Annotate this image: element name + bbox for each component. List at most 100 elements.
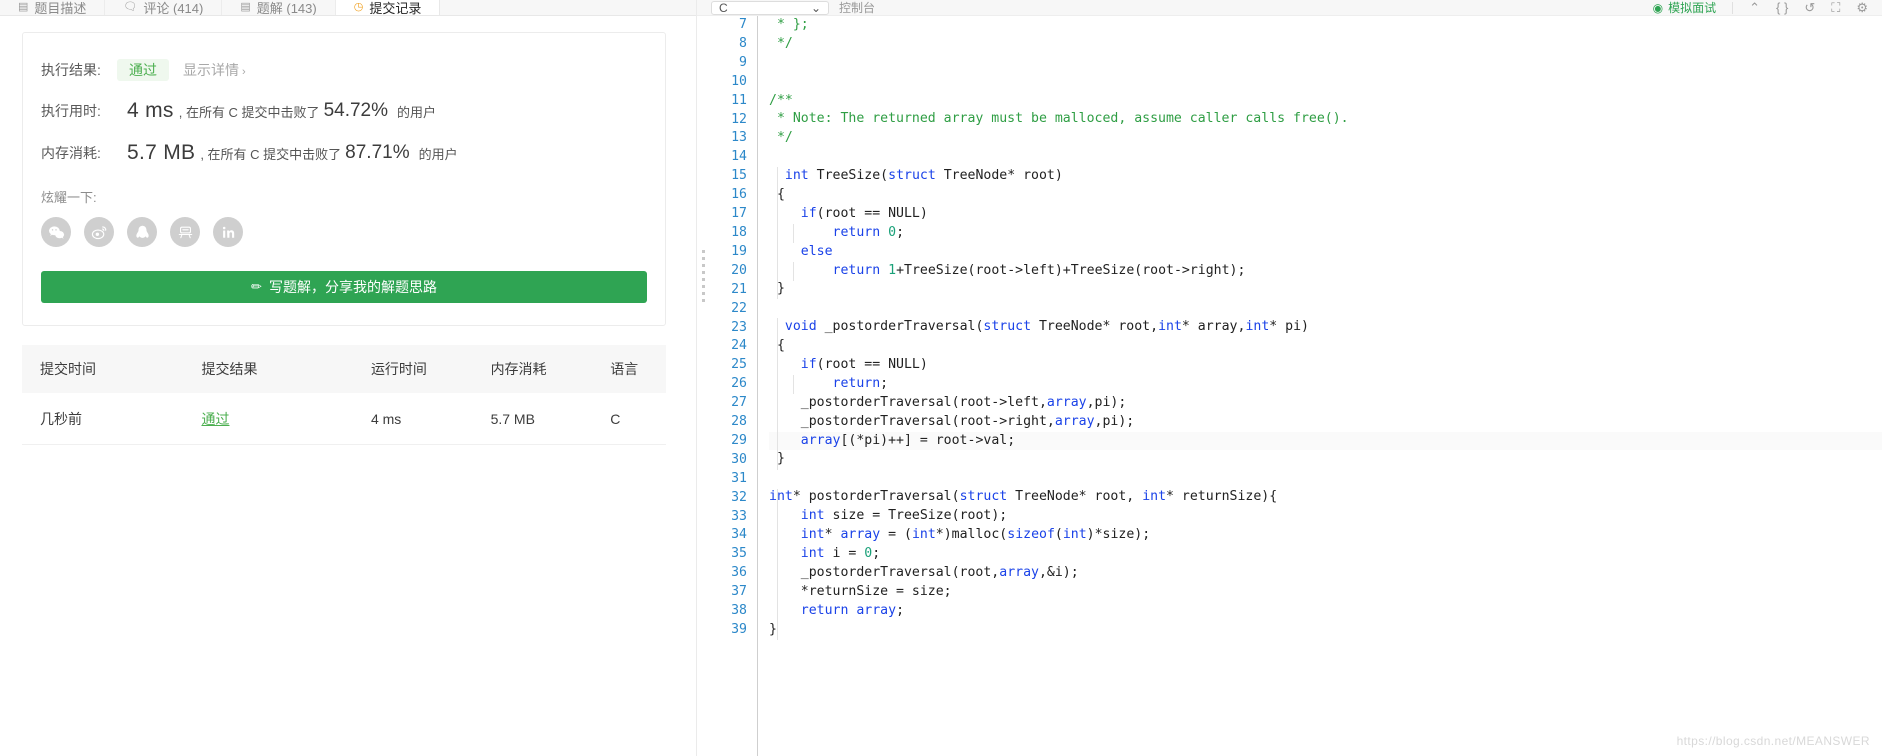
code-line[interactable]: */ xyxy=(769,129,1882,148)
code-line[interactable] xyxy=(769,73,1882,92)
line-number: 18 xyxy=(731,224,747,240)
line-number: 31 xyxy=(731,470,747,486)
show-detail-link[interactable]: 显示详情 › xyxy=(183,60,246,80)
code-line[interactable]: _postorderTraversal(root->left,array,pi)… xyxy=(769,394,1882,413)
code-line[interactable] xyxy=(769,54,1882,73)
tab-comments[interactable]: 🗨 评论 (414) xyxy=(105,0,223,15)
code-line[interactable]: } xyxy=(769,280,1882,299)
pencil-icon: ✏ xyxy=(251,279,262,294)
memory-label: 内存消耗: xyxy=(41,145,101,161)
share-label: 炫耀一下: xyxy=(41,190,97,205)
code-line[interactable]: * }; xyxy=(769,16,1882,35)
fold-gutter[interactable] xyxy=(697,16,711,756)
line-number: 11 xyxy=(731,92,747,108)
memory-row: 内存消耗: 5.7 MB , 在所有 C 提交中击败了 87.71% 的用户 xyxy=(23,141,665,165)
code-line[interactable]: array[(*pi)++] = root->val; xyxy=(769,431,1882,451)
code-line[interactable] xyxy=(769,299,1882,318)
code-line[interactable]: } xyxy=(769,621,1882,640)
tab-description[interactable]: ▤ 题目描述 xyxy=(0,0,106,15)
line-number: 10 xyxy=(731,73,747,89)
line-number: 27 xyxy=(731,395,747,411)
share-icon-row xyxy=(23,217,665,247)
submission-page: ▤ 题目描述 🗨 评论 (414) ▤ 题解 (143) ◷ 提交记录 执行结果… xyxy=(0,0,1882,756)
code-line[interactable]: int size = TreeSize(root); xyxy=(769,507,1882,526)
status-badge: 通过 xyxy=(117,59,169,81)
line-number: 39 xyxy=(731,622,747,637)
code-line[interactable]: void _postorderTraversal(struct TreeNode… xyxy=(769,318,1882,337)
write-solution-button[interactable]: ✏ 写题解，分享我的解题思路 xyxy=(41,271,647,303)
code-content[interactable]: * }; */ /** * Note: The returned array m… xyxy=(757,16,1882,756)
reset-icon[interactable]: ↺ xyxy=(1804,0,1815,15)
cell-memory: 5.7 MB xyxy=(490,410,535,427)
write-solution-label: 写题解，分享我的解题思路 xyxy=(268,279,437,295)
runtime-label: 执行用时: xyxy=(41,103,101,119)
line-number: 26 xyxy=(731,376,747,392)
console-label[interactable]: 控制台 xyxy=(839,0,875,15)
qzone-icon[interactable] xyxy=(170,217,200,247)
code-line[interactable]: { xyxy=(769,337,1882,356)
chevron-down-icon: ⌄ xyxy=(810,0,821,15)
gutter-divider xyxy=(757,16,758,756)
code-line[interactable]: _postorderTraversal(root->right,array,pi… xyxy=(769,413,1882,432)
code-line[interactable]: */ xyxy=(769,35,1882,54)
code-line[interactable]: return 0; xyxy=(769,224,1882,243)
memory-tail-after: 的用户 xyxy=(418,146,458,162)
document-icon: ▤ xyxy=(18,0,29,13)
line-number: 17 xyxy=(731,206,747,222)
language-select-value: C xyxy=(719,0,728,15)
runtime-tail-after: 的用户 xyxy=(397,104,437,120)
cell-time: 几秒前 xyxy=(40,410,82,427)
code-line[interactable] xyxy=(769,148,1882,167)
qq-icon[interactable] xyxy=(127,217,157,247)
line-number: 30 xyxy=(731,451,747,467)
column-header-time: 提交时间 xyxy=(40,361,96,377)
code-line[interactable]: * Note: The returned array must be mallo… xyxy=(769,110,1882,129)
table-row[interactable]: 几秒前 通过 4 ms 5.7 MB C xyxy=(22,393,666,445)
code-line[interactable]: /** xyxy=(769,92,1882,111)
chevron-icon[interactable]: ⌃ xyxy=(1749,0,1760,15)
code-line[interactable]: return 1+TreeSize(root->left)+TreeSize(r… xyxy=(769,262,1882,281)
wechat-icon[interactable] xyxy=(41,217,71,247)
line-number: 36 xyxy=(731,565,747,581)
gear-icon[interactable]: ⚙ xyxy=(1856,0,1868,15)
code-line[interactable]: if(root == NULL) xyxy=(769,205,1882,224)
code-line[interactable]: if(root == NULL) xyxy=(769,356,1882,375)
code-line[interactable]: _postorderTraversal(root,array,&i); xyxy=(769,564,1882,583)
line-number: 13 xyxy=(731,130,747,146)
submission-body: 执行结果: 通过 显示详情 › 执行用时: 4 ms , 在所有 C 提交中击败了… xyxy=(0,16,696,756)
table-header-row: 提交时间 提交结果 运行时间 内存消耗 语言 xyxy=(22,345,666,393)
watermark: https://blog.csdn.net/MEANSWER xyxy=(1676,734,1870,748)
code-line[interactable]: return; xyxy=(769,375,1882,394)
code-line[interactable]: else xyxy=(769,243,1882,262)
code-editor[interactable]: 7 8 9 10 11 12 13 14 15 16 17 18 19 20 21 22 23 24 25 26 27 2… xyxy=(697,16,1882,756)
cell-result: 通过 xyxy=(201,409,370,429)
tab-label: 题解 (143) xyxy=(256,0,317,16)
code-line[interactable]: { xyxy=(769,186,1882,205)
line-number: 20 xyxy=(731,262,747,278)
tab-solutions[interactable]: ▤ 题解 (143) xyxy=(222,0,336,16)
linkedin-icon[interactable] xyxy=(213,217,243,247)
solution-icon: ▤ xyxy=(240,0,251,13)
line-number: 32 xyxy=(731,489,747,505)
code-line[interactable]: int* postorderTraversal(struct TreeNode*… xyxy=(769,488,1882,507)
submission-result-link[interactable]: 通过 xyxy=(201,411,229,427)
line-number: 25 xyxy=(731,357,747,373)
cell-runtime: 4 ms xyxy=(370,410,402,427)
code-line[interactable]: return array; xyxy=(769,602,1882,621)
line-number: 14 xyxy=(731,149,747,165)
tab-submissions[interactable]: ◷ 提交记录 xyxy=(335,0,441,15)
format-icon[interactable]: { } xyxy=(1776,0,1788,15)
fullscreen-icon[interactable]: ⛶ xyxy=(1831,0,1840,15)
code-line[interactable] xyxy=(769,469,1882,488)
code-line[interactable]: int i = 0; xyxy=(769,545,1882,564)
code-editor-panel: C ⌄ 控制台 ◉ 模拟面试 ⌃ { } ↺ ⛶ ⚙ 78910 11 12 1… xyxy=(697,0,1882,756)
language-select[interactable]: C ⌄ xyxy=(711,0,829,15)
line-number: 19 xyxy=(731,243,747,259)
mock-interview-label: 模拟面试 xyxy=(1668,1,1717,15)
code-line[interactable]: int TreeSize(struct TreeNode* root) xyxy=(769,167,1882,186)
code-line[interactable]: int* array = (int*)malloc(sizeof(int)*si… xyxy=(769,526,1882,545)
code-line[interactable]: *returnSize = size; xyxy=(769,583,1882,602)
code-line[interactable]: } xyxy=(769,450,1882,469)
weibo-icon[interactable] xyxy=(84,217,114,247)
mock-interview-button[interactable]: ◉ 模拟面试 xyxy=(1653,0,1717,16)
